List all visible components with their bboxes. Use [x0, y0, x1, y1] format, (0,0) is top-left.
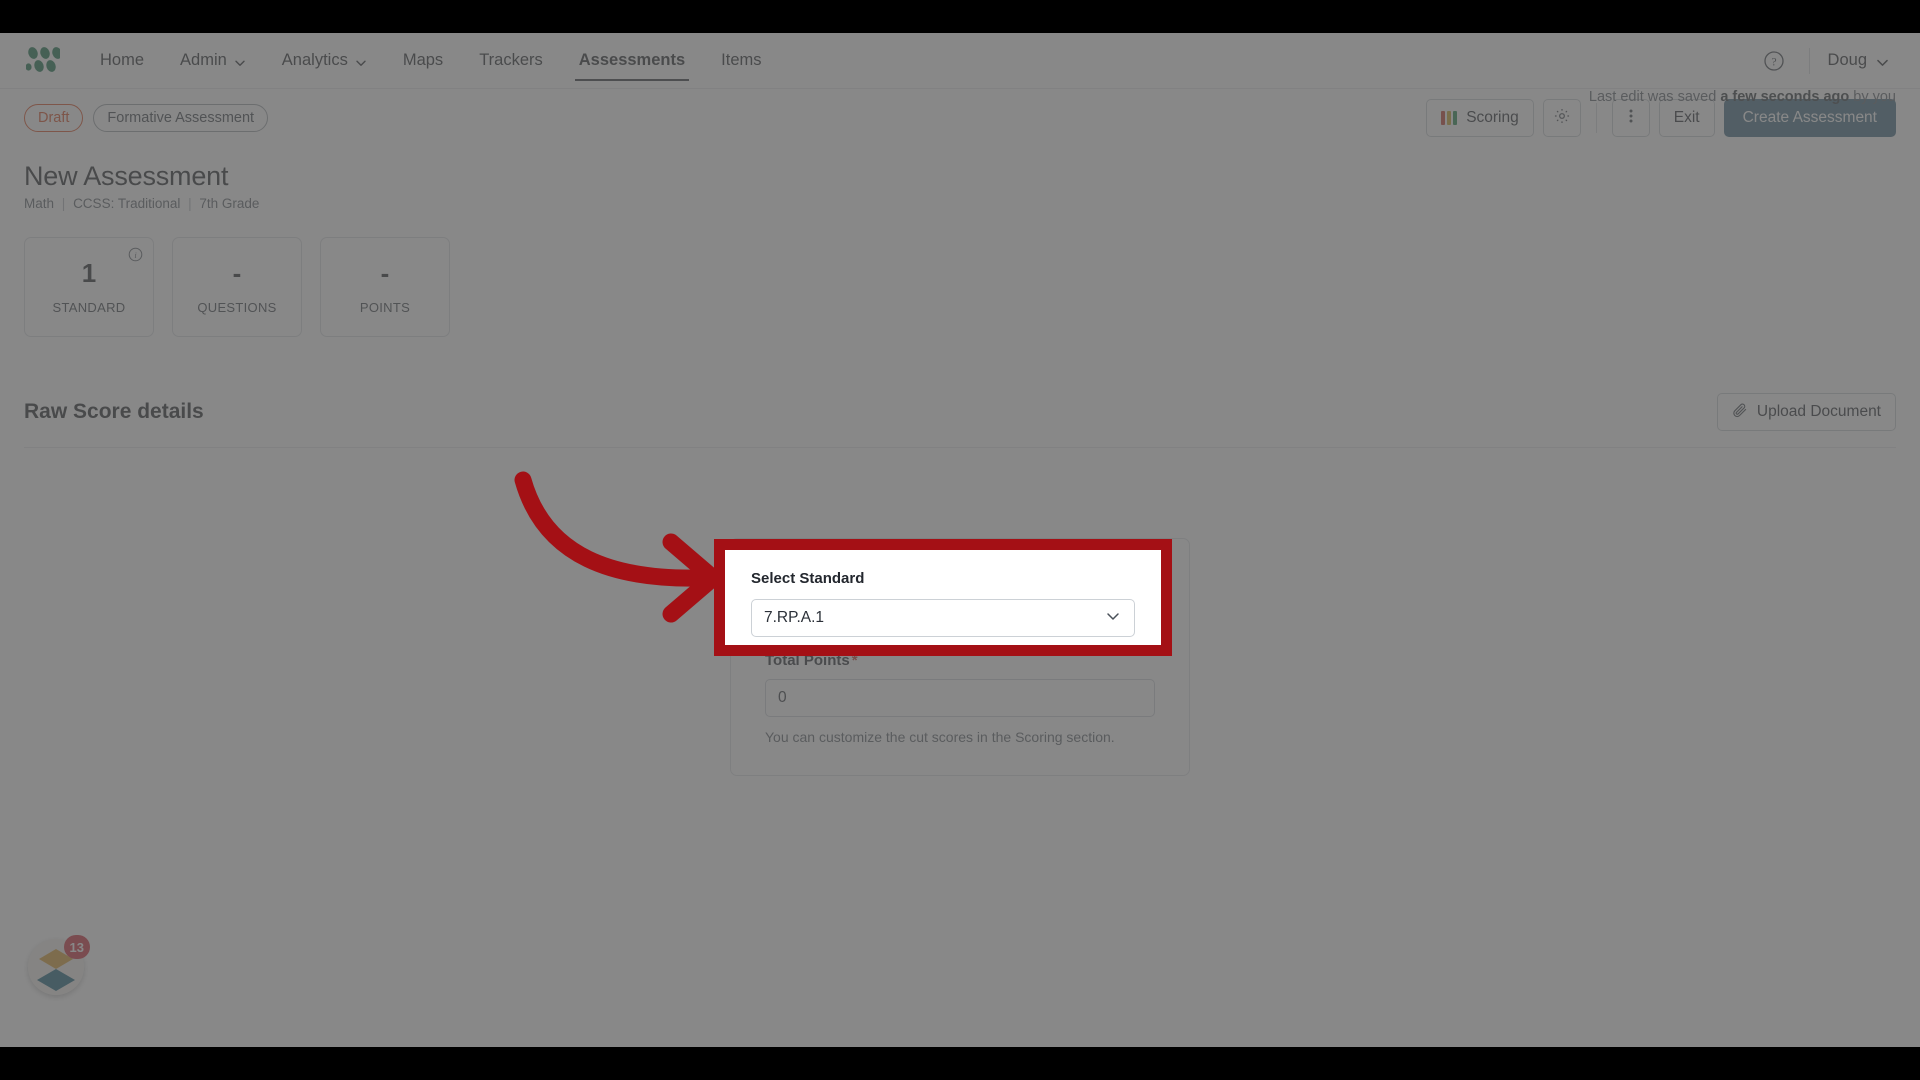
section-actions: Upload Document [1716, 393, 1896, 431]
nav-item-items[interactable]: Items [703, 33, 779, 88]
saved-emphasis: a few seconds ago [1720, 89, 1850, 105]
stat-label: POINTS [359, 299, 411, 315]
app-window: Home Admin Analytics Maps Trackers Asses… [0, 33, 1920, 1047]
vertical-dots-icon [1622, 107, 1640, 130]
create-assessment-label: Create Assessment [1742, 109, 1877, 126]
total-points-input[interactable]: 0 [765, 679, 1155, 717]
stat-label: QUESTIONS [197, 299, 277, 315]
assessment-meta: Math | CCSS: Traditional | 7th Grade [24, 196, 1896, 211]
section-divider [24, 447, 1896, 448]
nav-item-admin[interactable]: Admin [162, 33, 264, 88]
nav-item-maps[interactable]: Maps [385, 33, 461, 88]
stat-card-standard[interactable]: i 1 STANDARD [24, 237, 154, 337]
nav-item-label: Home [100, 51, 145, 69]
scoring-button-label: Scoring [1466, 109, 1519, 126]
stat-value: - [232, 257, 242, 288]
upload-document-label: Upload Document [1756, 403, 1881, 420]
last-saved-status: Last edit was saved a few seconds ago by… [1589, 89, 1896, 105]
select-standard-value-highlighted: 7.RP.A.1 [764, 609, 825, 626]
question-circle-icon[interactable]: ? [1757, 44, 1791, 78]
page-body: New Assessment Math | CCSS: Traditional … [0, 161, 1920, 448]
select-standard-dropdown-highlighted[interactable]: 7.RP.A.1 [751, 599, 1135, 637]
status-badge: Draft [24, 104, 84, 132]
nav-item-assessments[interactable]: Assessments [561, 33, 703, 88]
stat-label: STANDARD [52, 299, 126, 315]
page-title: New Assessment [24, 161, 229, 191]
select-standard-label-highlighted: Select Standard [751, 570, 865, 587]
chevron-down-icon [355, 55, 367, 67]
saved-suffix: by you [1849, 89, 1896, 105]
annotation-highlight-box: Select Standard 7.RP.A.1 [714, 539, 1172, 656]
paperclip-icon [1732, 402, 1748, 423]
highlighted-standard-field: Select Standard 7.RP.A.1 [725, 550, 1161, 645]
stat-card-points[interactable]: - POINTS [320, 237, 450, 337]
nav-item-label: Assessments [578, 51, 686, 69]
nav-item-label: Analytics [281, 51, 348, 69]
raw-score-section-header: Raw Score details Upload Document [24, 393, 1896, 431]
user-menu-button[interactable]: Doug [1828, 51, 1894, 70]
help-widget-button[interactable]: 13 [28, 935, 90, 995]
chevron-down-icon [1104, 607, 1122, 630]
stat-value: 1 [81, 257, 97, 288]
nav-item-label: Admin [180, 51, 227, 69]
nav-right-cluster: ? Doug [1757, 44, 1894, 78]
info-circle-icon[interactable]: i [128, 247, 143, 267]
chevron-down-icon [1876, 55, 1888, 67]
nav-item-label: Maps [402, 51, 444, 69]
scoring-button[interactable]: Scoring [1426, 99, 1534, 137]
primary-nav-links: Home Admin Analytics Maps Trackers Asses… [82, 33, 780, 88]
saved-prefix: Last edit was saved [1588, 89, 1721, 105]
notification-badge: 13 [63, 935, 90, 959]
chevron-down-icon [234, 55, 246, 67]
curved-arrow-icon [514, 471, 722, 623]
meta-standard-set: CCSS: Traditional [73, 196, 181, 211]
summary-stat-cards: i 1 STANDARD - QUESTIONS - POINTS [24, 237, 1896, 337]
nav-item-analytics[interactable]: Analytics [264, 33, 385, 88]
user-name-label: Doug [1827, 51, 1867, 69]
nav-item-label: Trackers [479, 51, 543, 69]
meta-separator: | [61, 196, 66, 211]
total-points-value: 0 [778, 689, 787, 706]
meta-subject: Math [24, 196, 55, 211]
nav-item-label: Items [721, 51, 762, 69]
nav-divider [1808, 47, 1810, 74]
top-navigation-bar: Home Admin Analytics Maps Trackers Asses… [0, 33, 1920, 89]
exit-button-label: Exit [1673, 109, 1700, 126]
score-bars-icon [1441, 111, 1458, 125]
product-logo[interactable] [26, 46, 60, 76]
svg-text:?: ? [1771, 56, 1776, 68]
scoring-help-text: You can customize the cut scores in the … [765, 729, 1115, 745]
stat-card-questions[interactable]: - QUESTIONS [172, 237, 302, 337]
assessment-type-badge: Formative Assessment [93, 104, 269, 132]
gear-icon [1553, 107, 1571, 130]
settings-button[interactable] [1542, 99, 1581, 137]
nav-item-home[interactable]: Home [82, 33, 162, 88]
action-divider [1595, 103, 1597, 133]
section-heading: Raw Score details [24, 400, 204, 423]
upload-document-button[interactable]: Upload Document [1716, 393, 1896, 431]
meta-separator: | [188, 196, 192, 211]
nav-item-trackers[interactable]: Trackers [461, 33, 561, 88]
stat-value: - [380, 257, 390, 288]
svg-text:i: i [134, 250, 137, 260]
meta-grade: 7th Grade [199, 196, 260, 211]
